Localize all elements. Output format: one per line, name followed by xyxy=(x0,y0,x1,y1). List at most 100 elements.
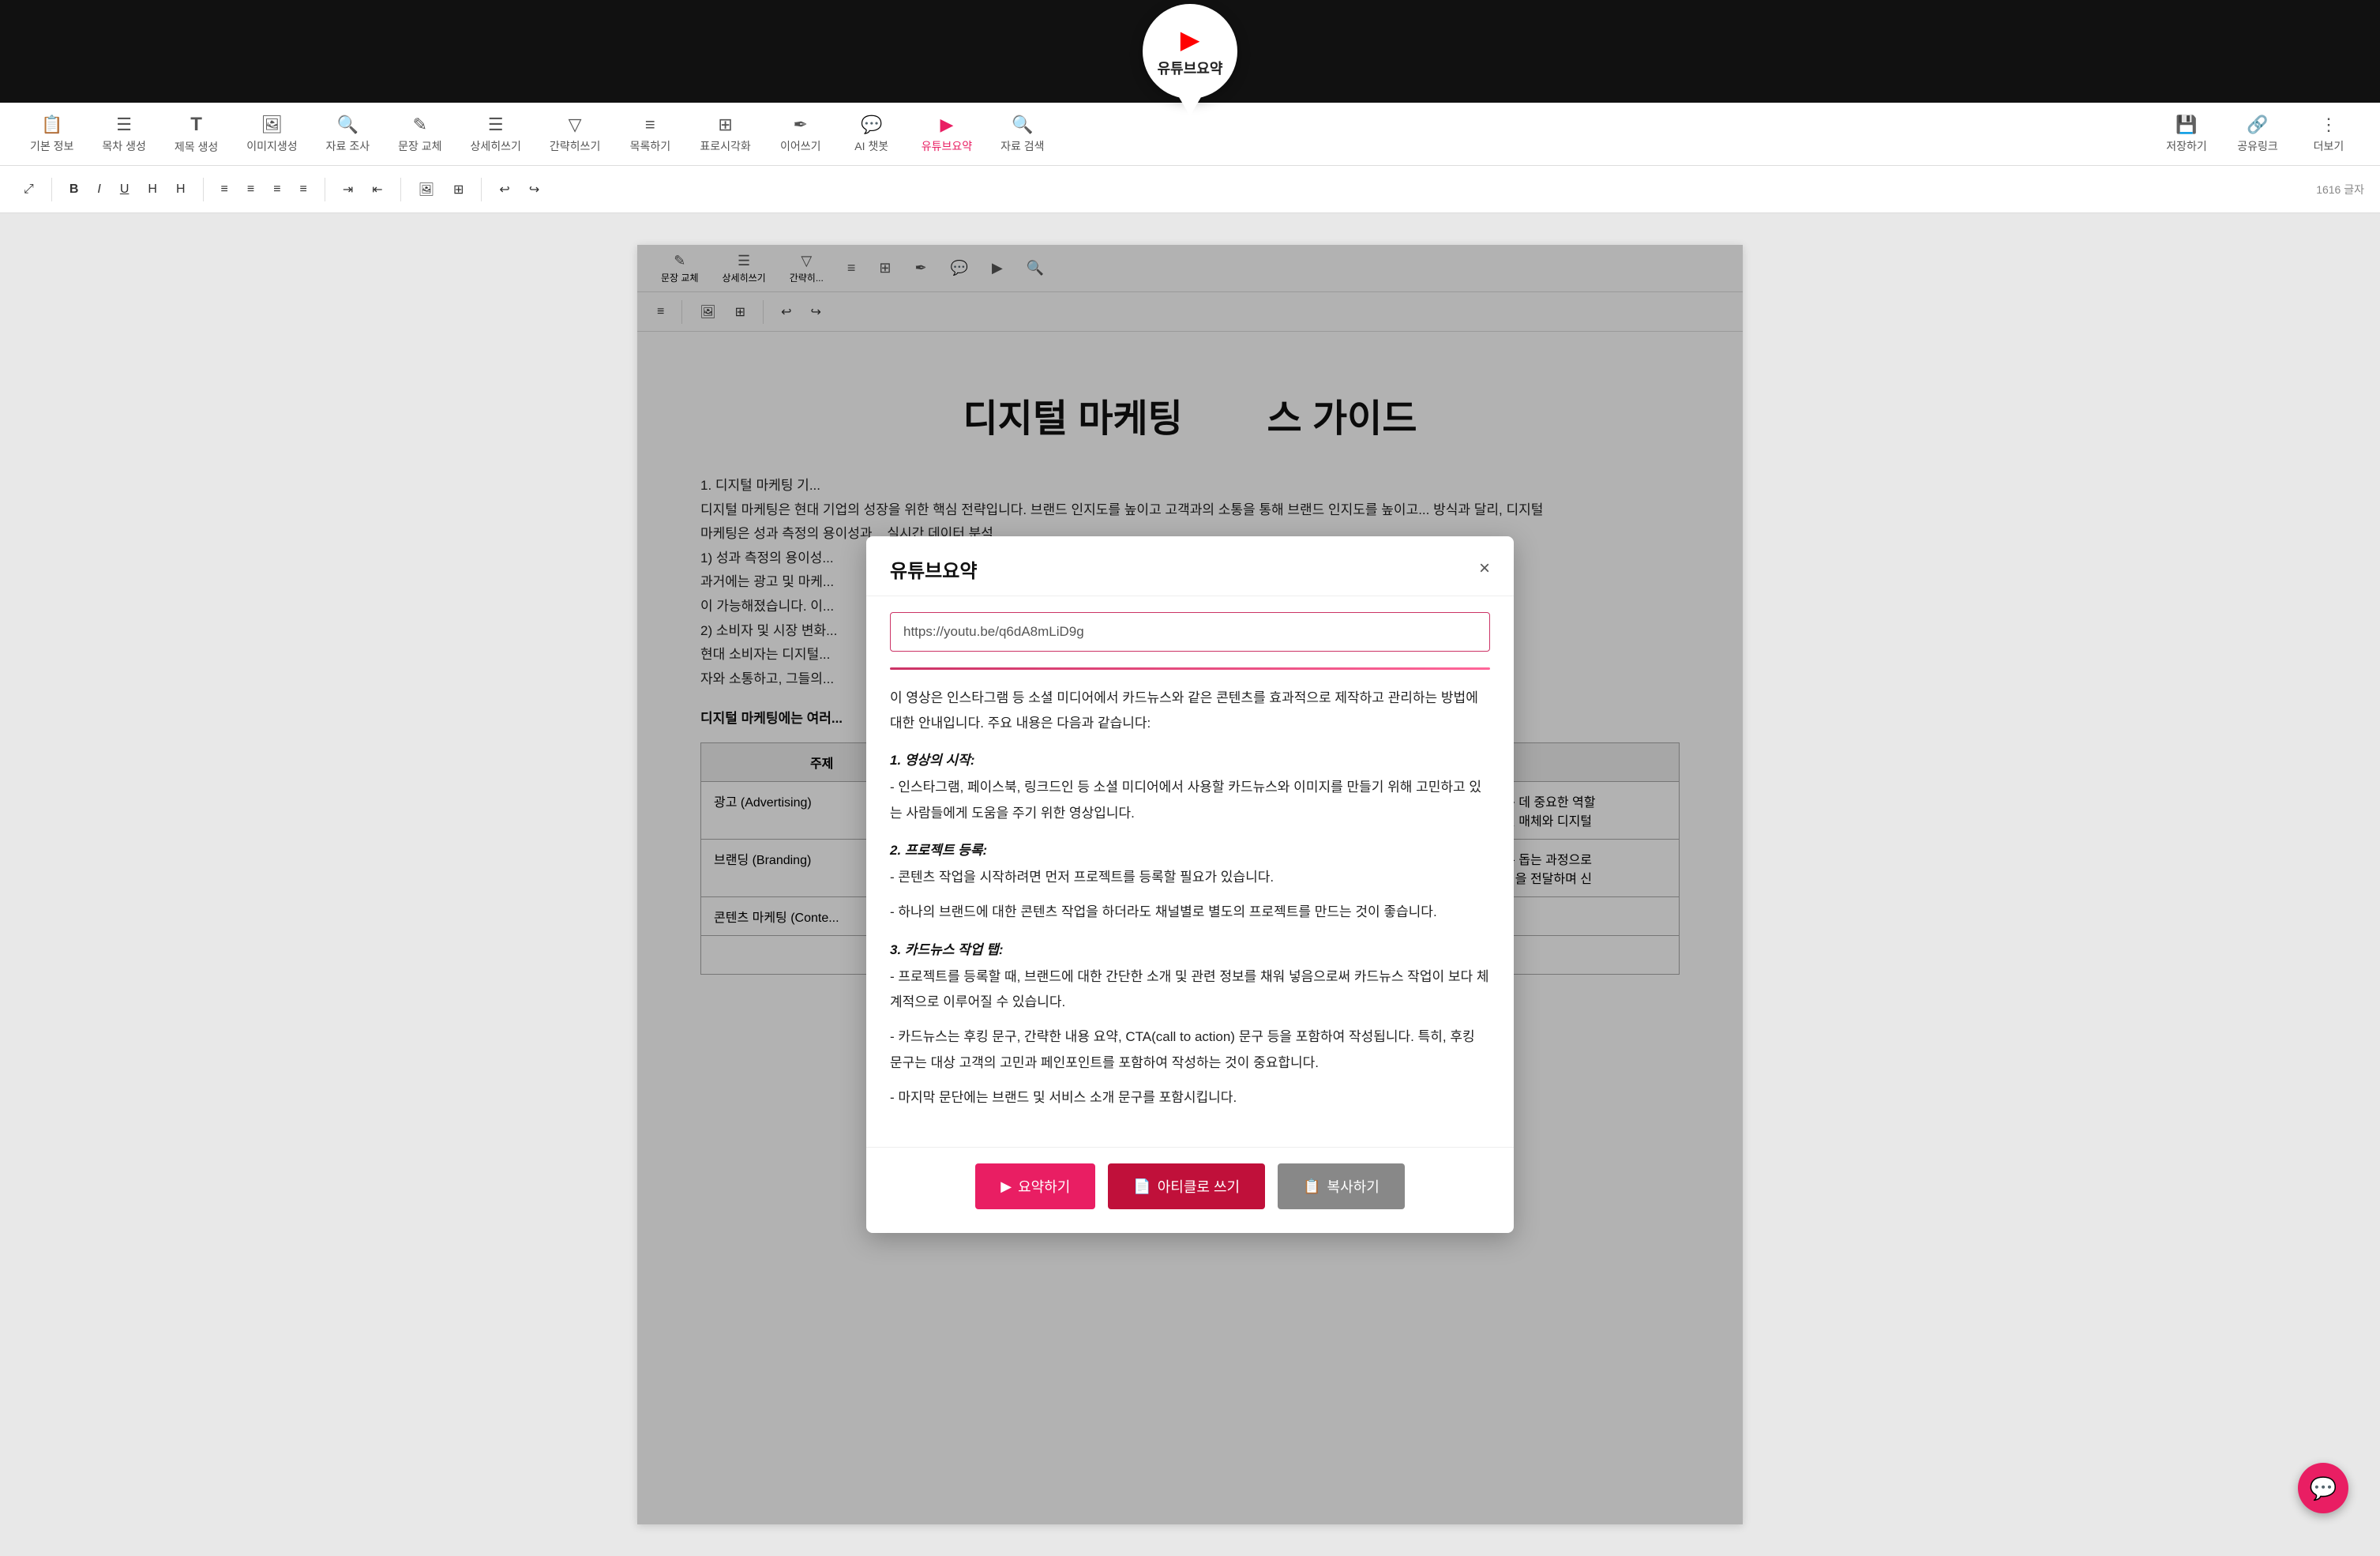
basic-info-icon: 📋 xyxy=(41,115,62,135)
modal-title: 유튜브요약 xyxy=(890,555,977,583)
document: ✎ 문장 교체 ☰ 상세히쓰기 ▽ 간략히... ≡ ⊞ ✒ 💬 xyxy=(637,245,1743,1524)
summary-section3-bullet1: - 프로젝트를 등록할 때, 브랜드에 대한 간단한 소개 및 관련 정보를 채… xyxy=(890,964,1490,1016)
toolbar-item-concise[interactable]: ▽ 간략히쓰기 xyxy=(535,108,614,160)
divider-4 xyxy=(400,178,401,201)
youtube-icon: ▶ xyxy=(940,115,953,135)
search-label: 자료 검색 xyxy=(1000,138,1044,154)
chat-bubble[interactable]: 💬 xyxy=(2298,1463,2348,1513)
summary-section3-title: 3. 카드뉴스 작업 탭: xyxy=(890,938,1490,958)
format-h1[interactable]: H xyxy=(140,178,165,201)
share-label: 공유링크 xyxy=(2237,138,2278,154)
toolbar-item-image[interactable]: 🖼 이미지생성 xyxy=(232,108,311,160)
format-align-right[interactable]: ≡ xyxy=(265,178,288,201)
summary-section2-bullet2: - 하나의 브랜드에 대한 콘텐츠 작업을 하더라도 채널별로 별도의 프로젝트… xyxy=(890,900,1490,925)
format-h2[interactable]: H xyxy=(168,178,193,201)
image-icon: 🖼 xyxy=(261,115,283,135)
table-icon: ⊞ xyxy=(718,115,732,135)
youtube-modal: 유튜브요약 × 이 영상은 인스타그램 등 소셜 미디어에서 카드뉴스와 같은 … xyxy=(866,536,1514,1233)
toolbar-item-writing[interactable]: ✒ 이어쓰기 xyxy=(765,108,836,160)
format-align-center[interactable]: ≡ xyxy=(239,178,262,201)
share-icon: 🔗 xyxy=(2247,115,2268,135)
toolbar-item-toc[interactable]: ☰ 목차 생성 xyxy=(88,108,160,160)
article-btn-icon: 📄 xyxy=(1133,1178,1151,1195)
format-toolbar: ⤢ B I U H H ≡ ≡ ≡ ≡ ⇥ ⇤ 🖼 ⊞ ↩ ↪ 1616 글자 xyxy=(0,166,2380,213)
divider-1 xyxy=(51,178,52,201)
toolbar-right: 💾 저장하기 🔗 공유링크 ⋮ 더보기 xyxy=(2151,108,2364,160)
format-image[interactable]: 🖼 xyxy=(411,177,442,202)
youtube-balloon-icon: ▶ xyxy=(1181,24,1200,54)
youtube-url-input[interactable] xyxy=(890,612,1490,652)
summary-section1: 1. 영상의 시작: - 인스타그램, 페이스북, 링크드인 등 소셜 미디어에… xyxy=(890,749,1490,826)
research-label: 자료 조사 xyxy=(326,138,370,154)
toolbar-item-share[interactable]: 🔗 공유링크 xyxy=(2222,108,2293,160)
balloon-circle: ▶ 유튜브요약 xyxy=(1143,4,1237,99)
format-undo[interactable]: ↩ xyxy=(491,177,517,202)
summary-section2: 2. 프로젝트 등록: - 콘텐츠 작업을 시작하려면 먼저 프로젝트를 등록할… xyxy=(890,839,1490,926)
summary-section3: 3. 카드뉴스 작업 탭: - 프로젝트를 등록할 때, 브랜드에 대한 간단한… xyxy=(890,938,1490,1111)
format-outdent[interactable]: ⇤ xyxy=(364,177,390,202)
detail-icon: ☰ xyxy=(488,115,504,135)
toolbar-item-table[interactable]: ⊞ 표로시각화 xyxy=(685,108,764,160)
modal-header: 유튜브요약 × xyxy=(866,536,1514,596)
format-align-left[interactable]: ≡ xyxy=(213,178,236,201)
main-content: ✎ 문장 교체 ☰ 상세히쓰기 ▽ 간략히... ≡ ⊞ ✒ 💬 xyxy=(0,213,2380,1556)
summary-section1-bullet1: - 인스타그램, 페이스북, 링크드인 등 소셜 미디어에서 사용할 카드뉴스와… xyxy=(890,775,1490,826)
summary-button[interactable]: ▶ 요약하기 xyxy=(975,1163,1095,1209)
concise-icon: ▽ xyxy=(569,115,582,135)
save-icon: 💾 xyxy=(2175,115,2197,135)
format-redo[interactable]: ↪ xyxy=(521,177,547,202)
balloon-label: 유튜브요약 xyxy=(1158,58,1223,78)
chatbot-icon: 💬 xyxy=(861,115,882,135)
format-table-insert[interactable]: ⊞ xyxy=(445,177,471,202)
toc-label: 목차 생성 xyxy=(102,138,145,154)
format-align-justify[interactable]: ≡ xyxy=(292,178,315,201)
chat-bubble-icon: 💬 xyxy=(2310,1475,2337,1502)
format-expand[interactable]: ⤢ xyxy=(16,178,42,201)
article-btn-label: 아티클로 쓰기 xyxy=(1158,1176,1240,1197)
modal-overlay: 유튜브요약 × 이 영상은 인스타그램 등 소셜 미디어에서 카드뉴스와 같은 … xyxy=(637,245,1743,1524)
divider-5 xyxy=(481,178,482,201)
summary-section2-bullet1: - 콘텐츠 작업을 시작하려면 먼저 프로젝트를 등록할 필요가 있습니다. xyxy=(890,865,1490,890)
divider-line xyxy=(890,667,1490,670)
summary-section3-bullet3: - 마지막 문단에는 브랜드 및 서비스 소개 문구를 포함시킵니다. xyxy=(890,1085,1490,1111)
save-label: 저장하기 xyxy=(2166,138,2207,154)
toolbar-item-search[interactable]: 🔍 자료 검색 xyxy=(986,108,1058,160)
toolbar-item-save[interactable]: 💾 저장하기 xyxy=(2151,108,2222,160)
writing-label: 이어쓰기 xyxy=(780,138,821,154)
summary-btn-icon: ▶ xyxy=(1000,1178,1012,1195)
toolbar-item-list[interactable]: ≡ 목록하기 xyxy=(614,108,685,160)
format-indent[interactable]: ⇥ xyxy=(335,177,361,202)
format-bold[interactable]: B xyxy=(62,178,87,201)
list-icon: ≡ xyxy=(645,115,655,135)
toolbar-item-youtube[interactable]: ▶ 유튜브요약 xyxy=(907,108,986,160)
toolbar-item-detail[interactable]: ☰ 상세히쓰기 xyxy=(456,108,535,160)
search-icon: 🔍 xyxy=(1012,115,1033,135)
title-label: 제목 생성 xyxy=(175,139,218,155)
char-count: 1616 글자 xyxy=(2316,182,2364,197)
toolbar-item-basic-info[interactable]: 📋 기본 정보 xyxy=(16,108,88,160)
toolbar-item-edit[interactable]: ✎ 문장 교체 xyxy=(384,108,456,160)
detail-label: 상세히쓰기 xyxy=(471,138,521,154)
copy-btn-label: 복사하기 xyxy=(1327,1176,1380,1197)
youtube-balloon: ▶ 유튜브요약 xyxy=(1143,4,1237,99)
summary-section3-bullet2: - 카드뉴스는 후킹 문구, 간략한 내용 요약, CTA(call to ac… xyxy=(890,1024,1490,1076)
summary-intro-text: 이 영상은 인스타그램 등 소셜 미디어에서 카드뉴스와 같은 콘텐츠를 효과적… xyxy=(890,686,1490,737)
toolbar-item-chatbot[interactable]: 💬 AI 챗봇 xyxy=(836,108,907,160)
copy-btn-icon: 📋 xyxy=(1303,1178,1320,1195)
modal-close-button[interactable]: × xyxy=(1479,559,1490,578)
format-underline[interactable]: U xyxy=(112,178,137,201)
format-italic[interactable]: I xyxy=(89,178,108,201)
more-label: 더보기 xyxy=(2314,138,2344,154)
copy-button[interactable]: 📋 복사하기 xyxy=(1278,1163,1405,1209)
modal-footer: ▶ 요약하기 📄 아티클로 쓰기 📋 복사하기 xyxy=(866,1147,1514,1233)
top-bar: ▶ 유튜브요약 xyxy=(0,0,2380,103)
edit-label: 문장 교체 xyxy=(398,138,441,154)
writing-icon: ✒ xyxy=(794,115,808,135)
toolbar-item-title[interactable]: T 제목 생성 xyxy=(160,107,232,161)
summary-intro: 이 영상은 인스타그램 등 소셜 미디어에서 카드뉴스와 같은 콘텐츠를 효과적… xyxy=(890,686,1490,737)
toolbar-item-more[interactable]: ⋮ 더보기 xyxy=(2293,108,2364,160)
toolbar-item-research[interactable]: 🔍 자료 조사 xyxy=(312,108,384,160)
article-button[interactable]: 📄 아티클로 쓰기 xyxy=(1108,1163,1265,1209)
basic-info-label: 기본 정보 xyxy=(30,138,73,154)
title-icon: T xyxy=(190,114,202,136)
